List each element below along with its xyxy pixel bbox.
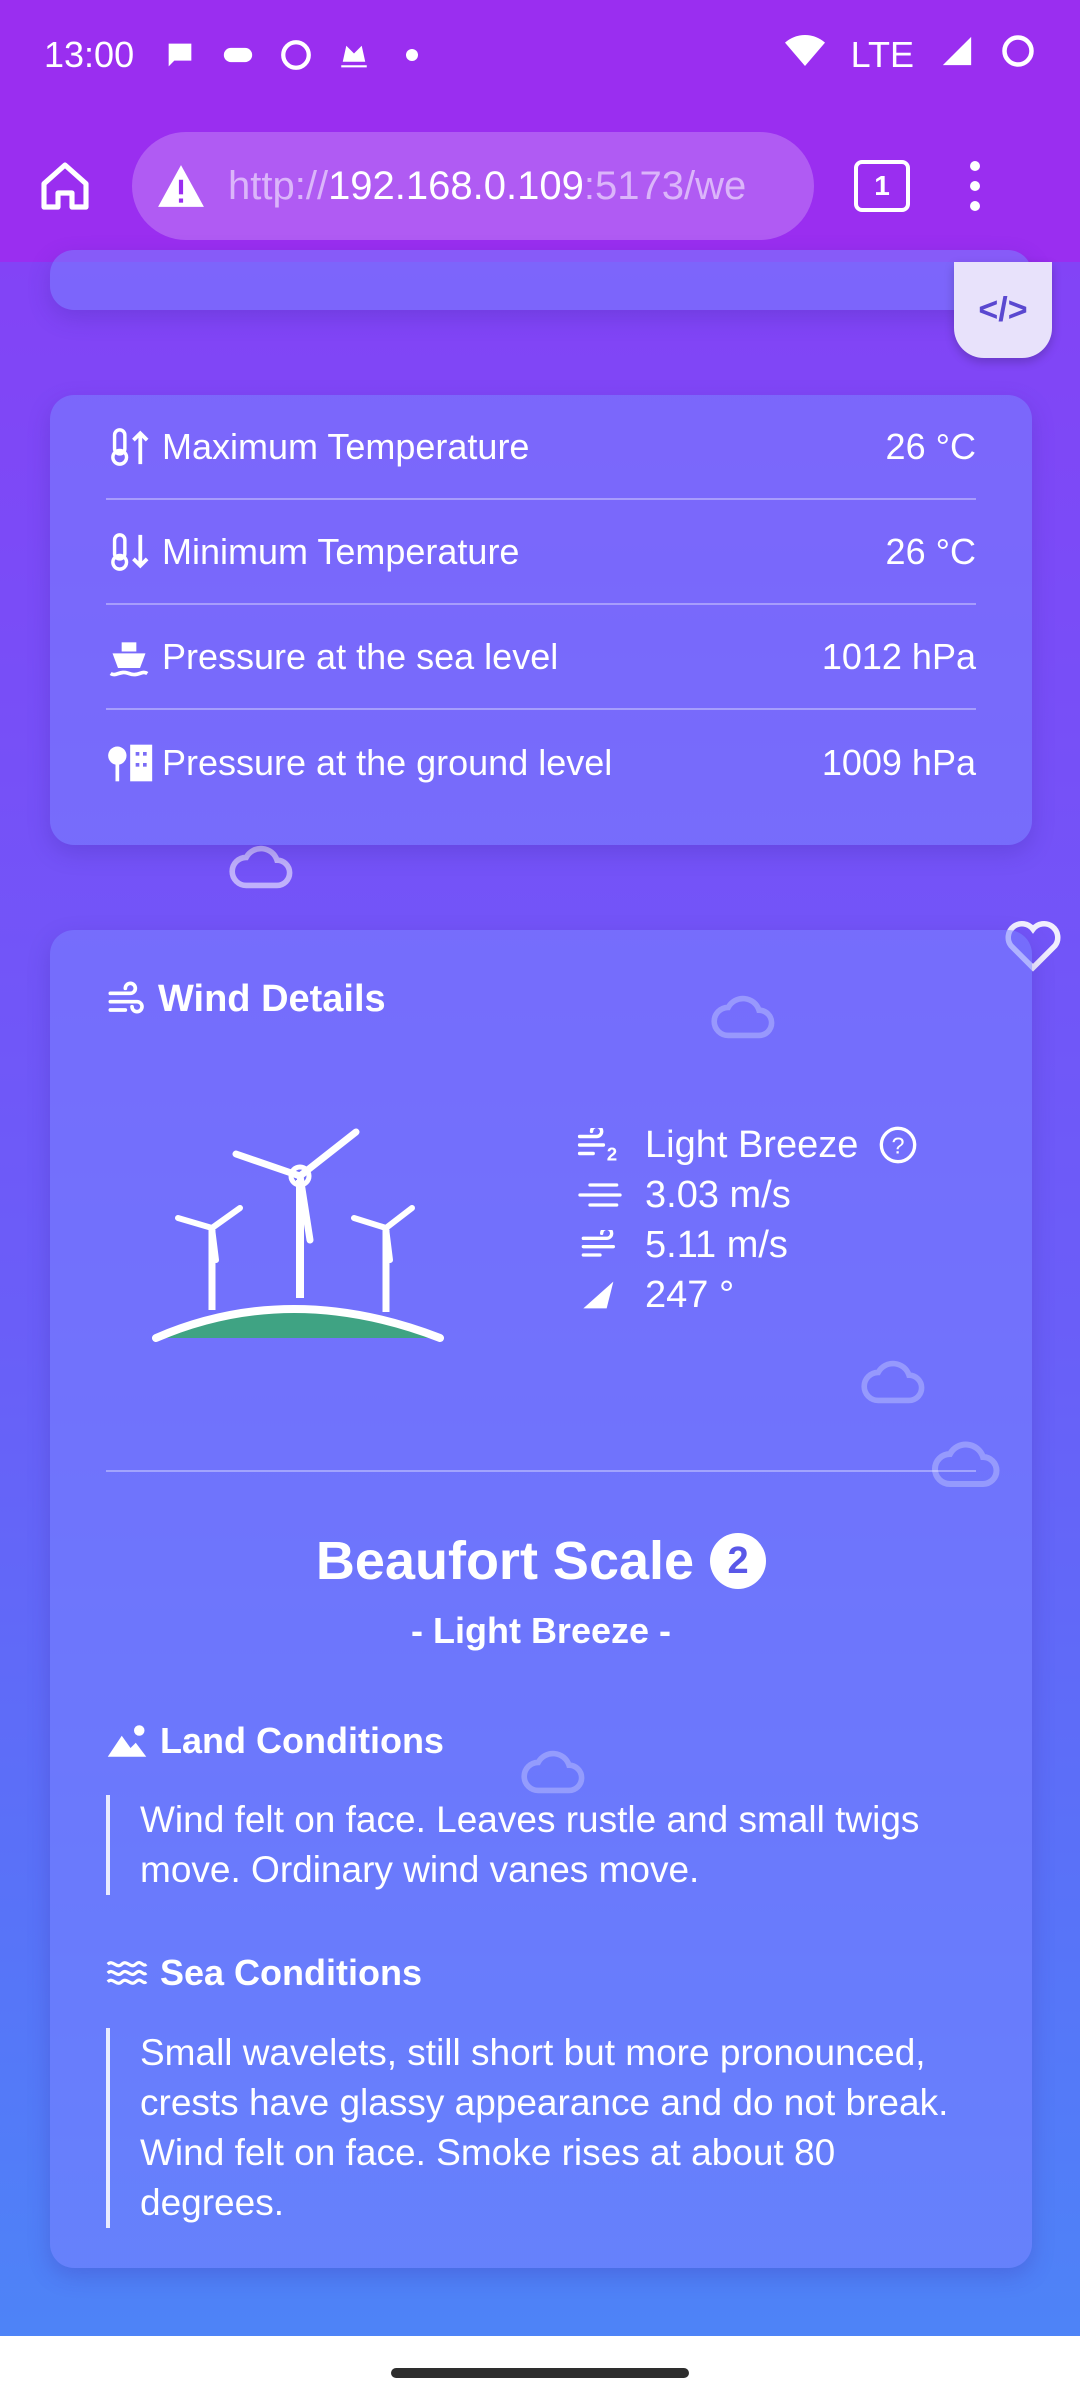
ship-icon — [106, 631, 158, 683]
wind-icon — [108, 981, 144, 1013]
stat-row: Minimum Temperature 26 °C — [106, 500, 976, 605]
thermometer-up-icon — [106, 421, 158, 473]
wind-speed-item: 3.03 m/s — [575, 1170, 918, 1220]
stat-label: Pressure at the ground level — [162, 741, 613, 783]
land-conditions-title: Land Conditions — [106, 1720, 444, 1762]
thermometer-down-icon — [106, 526, 158, 578]
stat-label: Minimum Temperature — [162, 530, 520, 572]
mountain-icon — [107, 1725, 147, 1757]
url-text: http://192.168.0.109:5173/we — [228, 163, 747, 208]
waves-icon — [106, 1960, 148, 1985]
sea-conditions-text: Small wavelets, still short but more pro… — [106, 2028, 980, 2228]
home-icon — [41, 162, 89, 210]
home-button[interactable] — [30, 151, 100, 221]
stat-value: 1009 hPa — [821, 741, 976, 783]
home-gesture-handle[interactable] — [391, 2368, 689, 2378]
warning-icon — [158, 165, 204, 207]
more-menu-button[interactable] — [970, 161, 980, 211]
stat-value: 26 °C — [885, 425, 976, 467]
code-toggle-button[interactable]: </> — [954, 262, 1052, 358]
svg-text:?: ? — [892, 1132, 905, 1158]
beaufort-scale-title: Beaufort Scale 2 — [50, 1530, 1032, 1592]
network-label: LTE — [850, 34, 914, 75]
status-time: 13:00 — [44, 34, 135, 75]
status-bar: 13:00 LTE — [0, 0, 1080, 110]
wind-speed-icon — [575, 1175, 625, 1215]
divider — [106, 1470, 976, 1472]
wind-direction-icon — [575, 1275, 625, 1315]
wind-force-icon: 2 — [575, 1125, 625, 1165]
land-conditions-text: Wind felt on face. Leaves rustle and sma… — [106, 1795, 980, 1895]
chat-icon — [162, 37, 198, 73]
browser-toolbar: http://192.168.0.109:5173/we 1 — [0, 110, 1080, 262]
sea-conditions-title: Sea Conditions — [106, 1952, 422, 1994]
stat-value: 26 °C — [885, 530, 976, 572]
sync-icon — [278, 37, 314, 73]
signal-icon — [940, 34, 974, 77]
weather-stats-card: Maximum Temperature 26 °C Minimum Temper… — [50, 395, 1032, 845]
tab-switcher-button[interactable]: 1 — [854, 160, 910, 212]
stat-row: Maximum Temperature 26 °C — [106, 395, 976, 500]
stat-value: 1012 hPa — [821, 635, 976, 677]
crown-icon — [336, 37, 372, 73]
battery-icon — [1000, 33, 1036, 78]
game-controller-icon — [220, 37, 256, 73]
stat-label: Maximum Temperature — [162, 425, 530, 467]
wind-details-title: Wind Details — [106, 978, 386, 1021]
svg-text:2: 2 — [607, 1143, 617, 1162]
stat-row: Pressure at the ground level 1009 hPa — [106, 710, 976, 815]
tree-building-icon — [106, 737, 158, 789]
stat-row: Pressure at the sea level 1012 hPa — [106, 605, 976, 710]
wifi-icon — [784, 34, 825, 77]
url-field[interactable]: http://192.168.0.109:5173/we — [132, 132, 814, 240]
stat-label: Pressure at the sea level — [162, 635, 559, 677]
beaufort-number-badge: 2 — [710, 1533, 767, 1589]
previous-card — [50, 250, 1032, 310]
wind-gust-icon — [575, 1225, 625, 1265]
wind-info-list: 2 Light Breeze ? 3.03 m/s 5.11 m/s 247 ° — [575, 1120, 918, 1320]
windmills-illustration — [152, 1128, 444, 1342]
beaufort-subtitle: - Light Breeze - — [410, 1610, 671, 1651]
wind-details-card: Wind Details 2 Light Breeze ? 3.03 m/s 5… — [50, 930, 1032, 2268]
wind-gust-item: 5.11 m/s — [575, 1220, 918, 1270]
wind-description-item: 2 Light Breeze ? — [575, 1120, 918, 1170]
code-icon: </> — [978, 290, 1028, 329]
help-icon[interactable]: ? — [878, 1125, 918, 1165]
wind-direction-item: 247 ° — [575, 1270, 918, 1320]
dot-icon — [394, 37, 430, 73]
